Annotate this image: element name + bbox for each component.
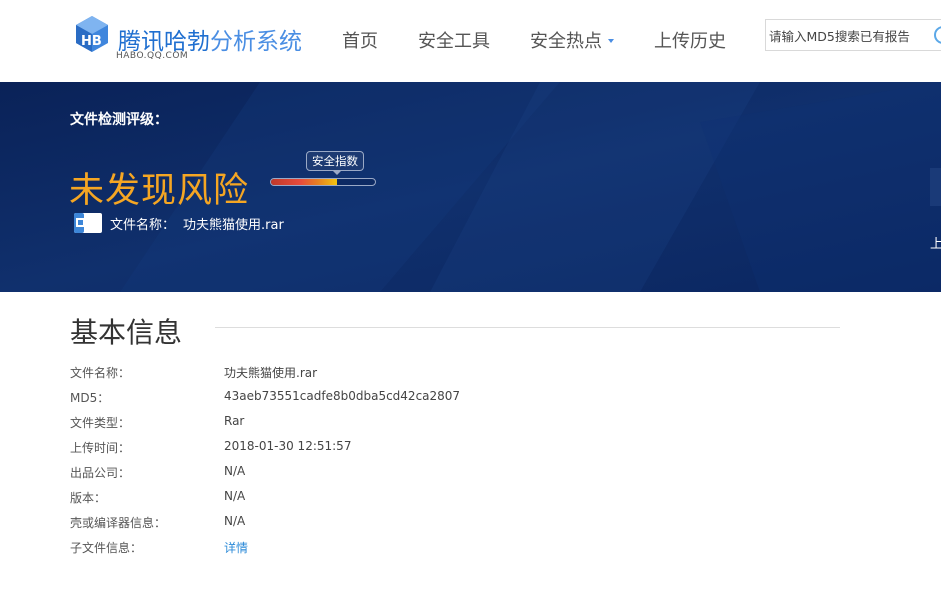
section-title-basic-info: 基本信息 bbox=[70, 316, 183, 349]
side-panel-text: 上 bbox=[930, 237, 941, 252]
info-row-company: 出品公司： N/A bbox=[70, 461, 770, 486]
info-key: 出品公司： bbox=[70, 466, 131, 480]
subfile-details-link[interactable]: 详情 bbox=[224, 539, 248, 556]
basic-info-list: 文件名称： 功夫熊猫使用.rar MD5： 43aeb73551cadfe8b0… bbox=[70, 361, 770, 561]
info-key: 文件名称： bbox=[70, 366, 131, 380]
nav-security-hotspots-label: 安全热点 bbox=[530, 31, 602, 52]
info-row-file-type: 文件类型： Rar bbox=[70, 411, 770, 436]
banner-file-name-value: 功夫熊猫使用.rar bbox=[183, 217, 284, 233]
info-key: 文件类型： bbox=[70, 416, 131, 430]
nav-home[interactable]: 首页 bbox=[342, 27, 378, 53]
info-row-file-name: 文件名称： 功夫熊猫使用.rar bbox=[70, 361, 770, 386]
info-key: 版本： bbox=[70, 491, 107, 505]
rating-value: 未发现风险 bbox=[69, 171, 250, 211]
safety-index-tooltip: 安全指数 bbox=[306, 151, 364, 175]
logo-title-light: 分析系统 bbox=[210, 29, 302, 55]
info-row-md5: MD5： 43aeb73551cadfe8b0dba5cd42ca2807 bbox=[70, 386, 770, 411]
habo-logo[interactable]: HB 腾讯哈勃分析系统 HABO.QQ.COM bbox=[72, 14, 312, 66]
info-value: Rar bbox=[224, 414, 245, 428]
info-value: N/A bbox=[224, 489, 246, 503]
search-box bbox=[765, 19, 941, 51]
nav-security-hotspots[interactable]: 安全热点 bbox=[530, 27, 614, 53]
nav-home-label: 首页 bbox=[342, 31, 378, 52]
svg-text:HB: HB bbox=[81, 34, 102, 49]
safety-index-meter bbox=[270, 178, 376, 186]
info-key: 上传时间： bbox=[70, 441, 131, 455]
info-row-version: 版本： N/A bbox=[70, 486, 770, 511]
info-row-upload-time: 上传时间： 2018-01-30 12:51:57 bbox=[70, 436, 770, 461]
logo-subtitle: HABO.QQ.COM bbox=[116, 51, 189, 61]
info-value: 2018-01-30 12:51:57 bbox=[224, 439, 352, 453]
info-row-subfiles: 子文件信息： 详情 bbox=[70, 536, 770, 561]
info-row-packer: 壳或编译器信息： N/A bbox=[70, 511, 770, 536]
search-icon[interactable] bbox=[934, 26, 941, 44]
nav-upload-history-label: 上传历史 bbox=[654, 31, 726, 52]
info-value: 功夫熊猫使用.rar bbox=[224, 366, 318, 380]
info-key: 壳或编译器信息： bbox=[70, 516, 167, 530]
info-value: N/A bbox=[224, 464, 246, 478]
side-panel-edge[interactable] bbox=[930, 168, 941, 206]
page: HB 腾讯哈勃分析系统 HABO.QQ.COM 首页 安全工具 安全热点 上传历… bbox=[0, 0, 941, 595]
archive-file-icon bbox=[74, 213, 102, 233]
info-key: 子文件信息： bbox=[70, 541, 143, 555]
info-value: 43aeb73551cadfe8b0dba5cd42ca2807 bbox=[224, 389, 461, 403]
habo-logo-icon: HB bbox=[76, 16, 108, 52]
rating-label: 文件检测评级： bbox=[70, 112, 168, 128]
top-header: HB 腾讯哈勃分析系统 HABO.QQ.COM 首页 安全工具 安全热点 上传历… bbox=[0, 0, 941, 82]
nav-security-tools[interactable]: 安全工具 bbox=[418, 27, 490, 53]
chevron-down-icon bbox=[608, 39, 614, 43]
section-divider bbox=[215, 327, 840, 328]
nav-upload-history[interactable]: 上传历史 bbox=[654, 27, 726, 53]
search-input[interactable] bbox=[769, 26, 929, 46]
safety-index-fill bbox=[271, 179, 337, 185]
result-banner: 文件检测评级： 未发现风险 安全指数 文件名称： 功夫熊猫使用.rar 上 bbox=[0, 82, 941, 292]
main-nav: 首页 安全工具 安全热点 上传历史 bbox=[342, 27, 766, 53]
info-value: N/A bbox=[224, 514, 246, 528]
banner-file-name-label: 文件名称： bbox=[110, 217, 176, 233]
nav-security-tools-label: 安全工具 bbox=[418, 31, 490, 52]
banner-file-row: 文件名称： 功夫熊猫使用.rar bbox=[72, 211, 284, 235]
info-key: MD5： bbox=[70, 391, 110, 405]
